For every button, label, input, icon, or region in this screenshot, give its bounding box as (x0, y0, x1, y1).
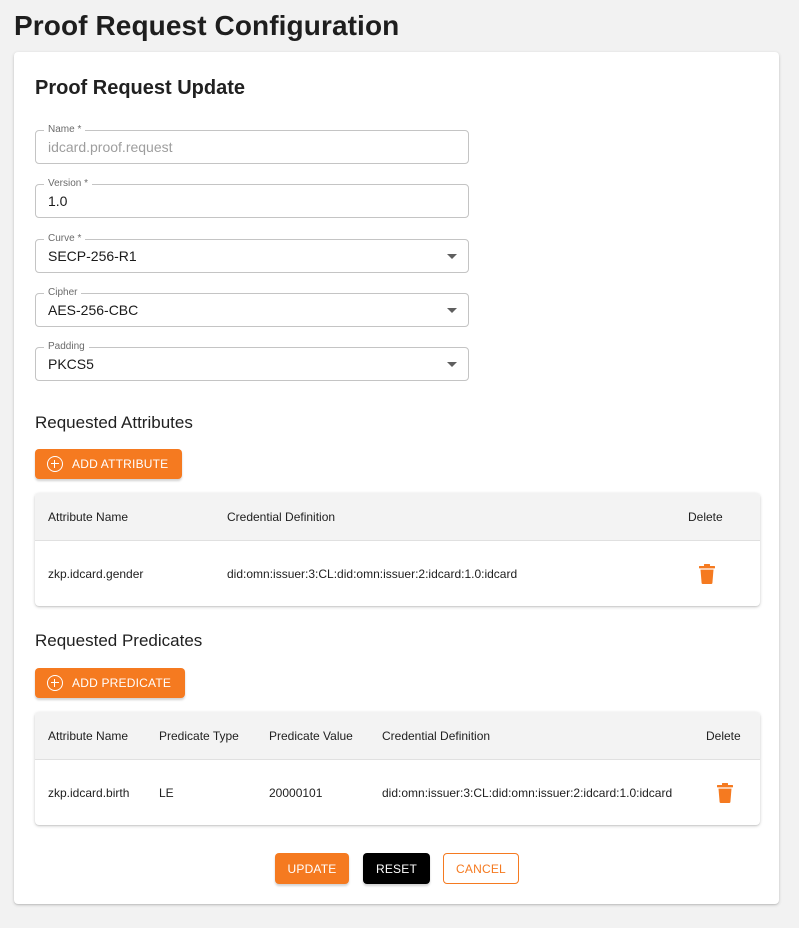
padding-value: PKCS5 (48, 356, 94, 372)
plus-circle-icon (47, 675, 63, 691)
curve-select[interactable]: Curve * SECP-256-R1 (35, 232, 469, 273)
table-row: zkp.idcard.birth LE 20000101 did:omn:iss… (35, 760, 760, 825)
proof-request-card: Proof Request Update Name * idcard.proof… (14, 52, 779, 904)
attributes-section-title: Requested Attributes (35, 413, 193, 432)
predicate-value-cell: 20000101 (269, 785, 323, 800)
plus-circle-icon (47, 456, 63, 472)
caret-down-icon (447, 362, 457, 367)
add-predicate-button[interactable]: ADD PREDICATE (35, 668, 186, 698)
padding-select[interactable]: Padding PKCS5 (35, 340, 469, 381)
attributes-table-header: Attribute Name Credential Definition Del… (35, 493, 760, 541)
credential-definition-cell: did:omn:issuer:3:CL:did:omn:issuer:2:idc… (227, 566, 518, 581)
column-header: Credential Definition (382, 728, 491, 743)
predicates-table-header: Attribute Name Predicate Type Predicate … (35, 712, 760, 760)
cipher-select[interactable]: Cipher AES-256-CBC (35, 286, 469, 327)
delete-attribute-button[interactable] (699, 541, 715, 606)
column-header: Attribute Name (48, 509, 129, 524)
add-attribute-label: ADD ATTRIBUTE (72, 457, 169, 471)
add-attribute-button[interactable]: ADD ATTRIBUTE (35, 449, 183, 479)
version-value: 1.0 (48, 193, 68, 209)
curve-label: Curve * (44, 232, 86, 245)
predicates-section-title: Requested Predicates (35, 631, 203, 650)
name-label: Name * (44, 123, 86, 136)
column-header: Credential Definition (227, 509, 336, 524)
caret-down-icon (447, 254, 457, 259)
card-title: Proof Request Update (35, 77, 246, 99)
version-field[interactable]: Version * 1.0 (35, 177, 469, 218)
trash-icon (699, 563, 715, 584)
trash-icon (717, 782, 733, 803)
column-header: Predicate Value (269, 728, 353, 743)
padding-label: Padding (44, 340, 89, 353)
predicate-type-cell: LE (159, 785, 174, 800)
reset-button[interactable]: RESET (363, 853, 430, 884)
cancel-button[interactable]: CANCEL (443, 853, 519, 884)
attributes-table: Attribute Name Credential Definition Del… (35, 493, 760, 606)
version-label: Version * (44, 177, 93, 190)
update-button[interactable]: UPDATE (275, 853, 349, 884)
attribute-name-cell: zkp.idcard.birth (48, 785, 130, 800)
column-header: Attribute Name (48, 728, 129, 743)
credential-definition-cell: did:omn:issuer:3:CL:did:omn:issuer:2:idc… (382, 785, 673, 800)
name-field[interactable]: Name * idcard.proof.request (35, 123, 469, 164)
column-header: Delete (688, 509, 723, 524)
add-predicate-label: ADD PREDICATE (72, 676, 172, 690)
name-value: idcard.proof.request (48, 139, 173, 155)
cipher-label: Cipher (44, 286, 82, 299)
curve-value: SECP-256-R1 (48, 248, 137, 264)
delete-predicate-button[interactable] (717, 760, 733, 825)
cipher-value: AES-256-CBC (48, 302, 139, 318)
attribute-name-cell: zkp.idcard.gender (48, 566, 144, 581)
page-title: Proof Request Configuration (14, 10, 400, 41)
column-header: Delete (706, 728, 741, 743)
caret-down-icon (447, 308, 457, 313)
column-header: Predicate Type (159, 728, 239, 743)
table-row: zkp.idcard.gender did:omn:issuer:3:CL:di… (35, 541, 760, 606)
predicates-table: Attribute Name Predicate Type Predicate … (35, 712, 760, 825)
